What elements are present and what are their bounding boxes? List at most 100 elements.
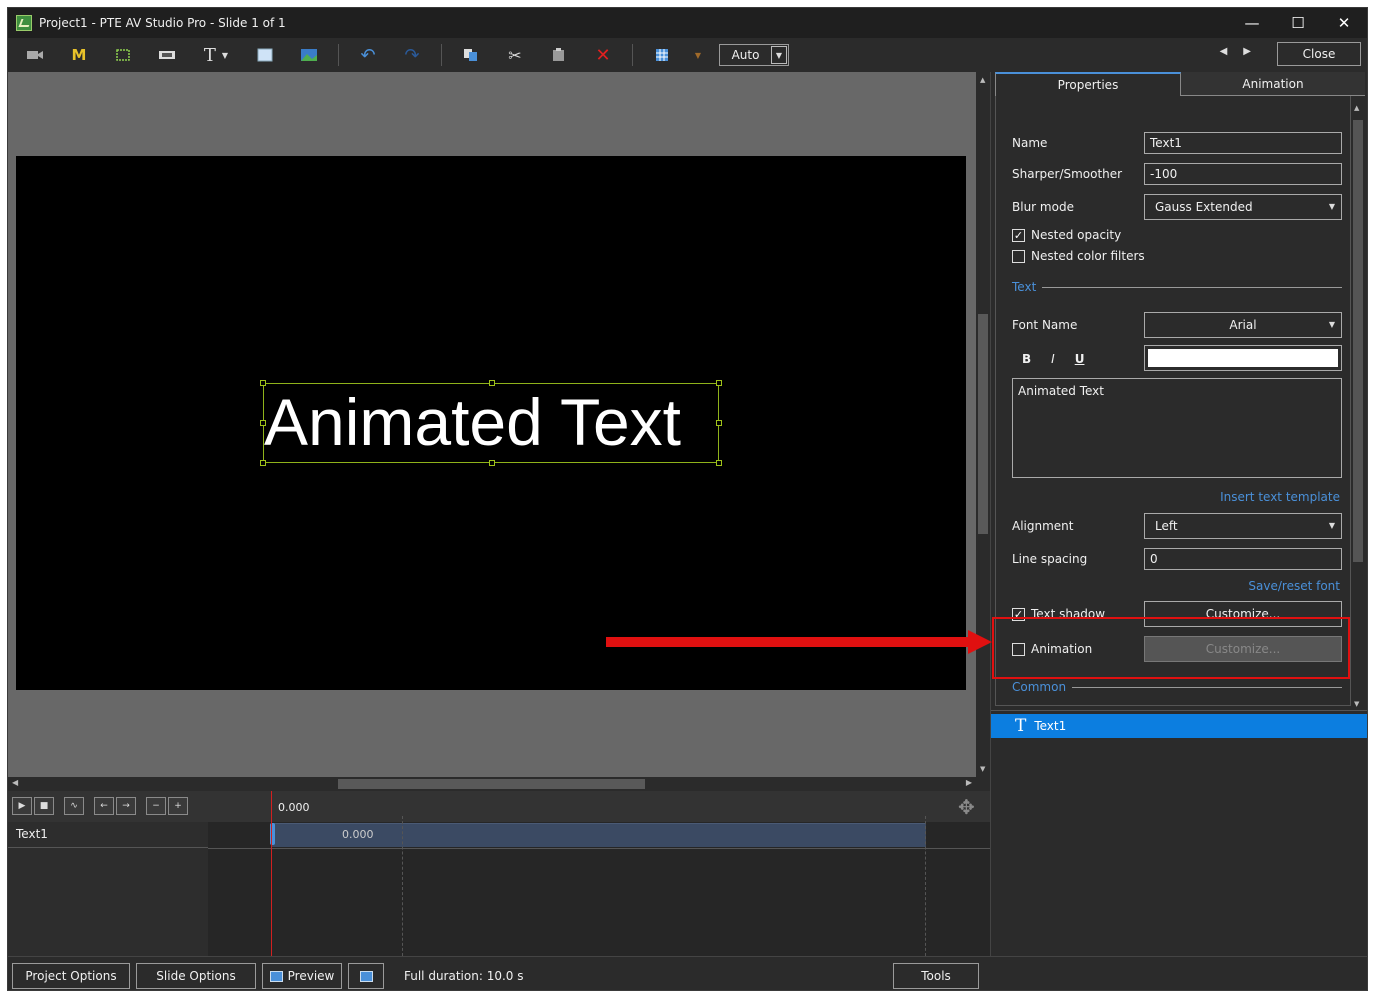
nested-opacity-checkbox[interactable]: ✓ Nested opacity — [1012, 228, 1121, 242]
close-window-button[interactable]: ✕ — [1321, 8, 1367, 38]
scroll-up-icon[interactable]: ▲ — [980, 76, 985, 84]
scroll-right-icon[interactable]: ▶ — [966, 778, 972, 787]
resize-handle[interactable] — [716, 380, 722, 386]
tab-animation[interactable]: Animation — [1181, 72, 1365, 96]
grid-dropdown-icon[interactable]: ▼ — [691, 42, 705, 68]
alignment-label: Alignment — [1012, 519, 1074, 533]
resize-handle[interactable] — [716, 460, 722, 466]
blur-mode-value: Gauss Extended — [1155, 200, 1253, 214]
project-options-button[interactable]: Project Options — [12, 963, 130, 989]
add-button-icon[interactable] — [152, 42, 182, 68]
scroll-thumb[interactable] — [338, 779, 645, 789]
zoom-out-icon[interactable]: − — [146, 797, 166, 815]
add-rectangle-icon[interactable] — [250, 42, 280, 68]
resize-handle[interactable] — [260, 460, 266, 466]
ruler-time: 0.000 — [278, 801, 310, 814]
copy-icon[interactable] — [456, 42, 486, 68]
nested-color-filters-checkbox[interactable]: Nested color filters — [1012, 249, 1145, 263]
nested-opacity-label: Nested opacity — [1031, 228, 1122, 242]
canvas-vertical-scrollbar[interactable]: ▲ ▼ — [976, 72, 990, 777]
slide-options-button[interactable]: Slide Options — [136, 963, 256, 989]
add-frame-icon[interactable] — [108, 42, 138, 68]
text-tool-label: T — [203, 44, 216, 66]
previous-slide-icon[interactable]: ◀ — [1220, 46, 1228, 57]
scroll-left-icon[interactable]: ◀ — [12, 778, 18, 787]
grid-icon[interactable] — [647, 42, 677, 68]
timeline-track-area[interactable]: 0.000 — [208, 822, 990, 956]
bold-button[interactable]: B — [1022, 352, 1031, 366]
underline-button[interactable]: U — [1075, 352, 1085, 366]
zoom-in-icon[interactable]: + — [168, 797, 188, 815]
cut-icon[interactable]: ✂ — [500, 42, 530, 68]
text-content-textarea[interactable]: Animated Text — [1012, 378, 1342, 478]
next-slide-icon[interactable]: ▶ — [1243, 46, 1251, 57]
canvas-area[interactable]: Animated Text — [8, 72, 976, 777]
resize-handle[interactable] — [260, 380, 266, 386]
play-icon[interactable]: ▶ — [12, 797, 32, 815]
section-text-title: Text — [1012, 280, 1037, 294]
canvas-horizontal-scrollbar[interactable]: ◀ ▶ — [8, 777, 976, 791]
section-common-title: Common — [1012, 680, 1067, 694]
timeline-object-bar[interactable]: 0.000 — [272, 823, 926, 847]
text-object-frame[interactable]: Animated Text — [260, 380, 722, 466]
italic-button[interactable]: I — [1051, 352, 1055, 366]
full-screen-preview-button[interactable] — [348, 963, 384, 989]
delete-icon[interactable]: ✕ — [588, 42, 618, 68]
name-field[interactable]: Text1 — [1144, 132, 1342, 154]
add-mask-button[interactable]: M — [64, 42, 94, 68]
move-icon[interactable]: ✥ — [958, 795, 975, 819]
close-button[interactable]: Close — [1277, 42, 1361, 66]
full-duration: Full duration: 10.0 s — [404, 969, 524, 983]
add-camera-icon[interactable] — [20, 42, 50, 68]
add-image-icon[interactable] — [294, 42, 324, 68]
arrow-right-icon[interactable]: → — [116, 797, 136, 815]
resize-handle[interactable] — [489, 460, 495, 466]
preview-button[interactable]: Preview — [262, 963, 342, 989]
resize-handle[interactable] — [489, 380, 495, 386]
sharper-smoother-field[interactable]: -100 — [1144, 163, 1342, 185]
properties-panel: Name Text1 Sharper/Smoother -100 Blur mo… — [995, 96, 1351, 706]
resize-handle[interactable] — [260, 420, 266, 426]
paste-icon[interactable] — [544, 42, 574, 68]
zoom-select[interactable]: Auto ▼ — [719, 44, 789, 66]
stop-icon[interactable]: ■ — [34, 797, 54, 815]
minimize-button[interactable]: — — [1229, 8, 1275, 38]
add-text-button[interactable]: T ▼ — [196, 42, 236, 68]
scroll-thumb[interactable] — [978, 314, 988, 534]
scroll-thumb[interactable] — [1353, 120, 1363, 562]
slide-preview[interactable]: Animated Text — [16, 156, 966, 690]
font-name-select[interactable]: Arial ▼ — [1144, 312, 1342, 338]
chevron-down-icon[interactable]: ▼ — [771, 46, 787, 64]
blur-mode-select[interactable]: Gauss Extended ▼ — [1144, 194, 1342, 220]
scroll-down-icon[interactable]: ▼ — [980, 765, 985, 773]
scroll-down-icon[interactable]: ▼ — [1354, 700, 1359, 708]
tab-properties[interactable]: Properties — [995, 72, 1181, 96]
maximize-button[interactable]: ☐ — [1275, 8, 1321, 38]
toolbar-separator — [338, 44, 339, 66]
scroll-up-icon[interactable]: ▲ — [1354, 104, 1359, 112]
timeline-track-label[interactable]: Text1 — [8, 822, 208, 848]
list-item[interactable]: T Text1 — [991, 714, 1367, 738]
arrow-left-icon[interactable]: ← — [94, 797, 114, 815]
line-spacing-label: Line spacing — [1012, 552, 1088, 566]
properties-scrollbar[interactable]: ▲ ▼ — [1351, 100, 1365, 710]
playhead[interactable] — [271, 791, 272, 956]
tools-button[interactable]: Tools — [893, 963, 979, 989]
preview-label: Preview — [287, 969, 335, 983]
insert-text-template-link[interactable]: Insert text template — [1220, 490, 1340, 504]
chevron-down-icon: ▼ — [221, 50, 229, 60]
checkbox-checked-icon: ✓ — [1012, 228, 1025, 242]
window-controls: — ☐ ✕ — [1229, 8, 1367, 38]
highlight-arrow-head — [968, 630, 992, 654]
section-text: Text — [1012, 280, 1342, 294]
text-color-picker[interactable] — [1144, 345, 1342, 371]
resize-handle[interactable] — [716, 420, 722, 426]
font-style-buttons: B I U — [1022, 352, 1084, 366]
undo-icon[interactable]: ↶ — [353, 42, 383, 68]
waveform-icon[interactable]: ∿ — [64, 797, 84, 815]
save-reset-font-link[interactable]: Save/reset font — [1248, 579, 1340, 593]
redo-icon[interactable]: ↷ — [397, 42, 427, 68]
alignment-select[interactable]: Left ▼ — [1144, 513, 1342, 539]
line-spacing-field[interactable]: 0 — [1144, 548, 1342, 570]
font-name-label: Font Name — [1012, 318, 1078, 332]
